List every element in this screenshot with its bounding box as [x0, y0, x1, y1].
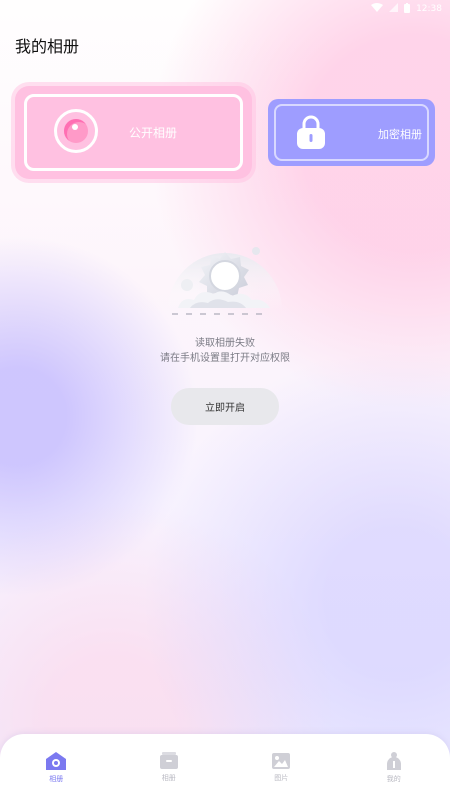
battery-icon	[404, 2, 411, 16]
tab-images[interactable]: 图片	[246, 752, 316, 783]
public-album-label: 公开相册	[129, 126, 178, 140]
empty-cloud-sun-illustration	[168, 247, 282, 315]
bottom-tab-bar: 相册 相册 图片 我的	[0, 734, 450, 800]
status-bar: 12:38	[0, 0, 450, 18]
page-title: 我的相册	[15, 37, 80, 56]
wifi-icon	[371, 3, 384, 15]
signal-icon	[389, 3, 399, 15]
tab-album[interactable]: 相册	[21, 751, 91, 784]
public-album-card[interactable]: 公开相册	[15, 86, 252, 179]
eye-icon	[54, 109, 98, 153]
encrypted-album-label: 加密相册	[378, 128, 422, 141]
album-box-icon	[159, 751, 178, 769]
tab-album-box[interactable]: 相册	[134, 751, 204, 783]
tab-album-label: 相册	[49, 774, 64, 783]
tab-album-box-label: 相册	[161, 773, 176, 782]
tab-mine-label: 我的	[386, 774, 401, 783]
encrypted-album-card[interactable]: 加密相册	[268, 99, 435, 166]
empty-state-message: 读取相册失败	[195, 338, 255, 349]
status-time: 12:38	[416, 4, 442, 14]
enable-now-button[interactable]: 立即开启	[171, 388, 279, 425]
lock-icon	[297, 115, 325, 149]
image-icon	[272, 752, 291, 769]
tab-images-label: 图片	[274, 773, 289, 782]
empty-state-hint: 请在手机设置里打开对应权限	[160, 353, 290, 364]
home-album-icon	[46, 751, 67, 770]
profile-icon	[386, 751, 401, 770]
tab-mine[interactable]: 我的	[359, 751, 429, 784]
